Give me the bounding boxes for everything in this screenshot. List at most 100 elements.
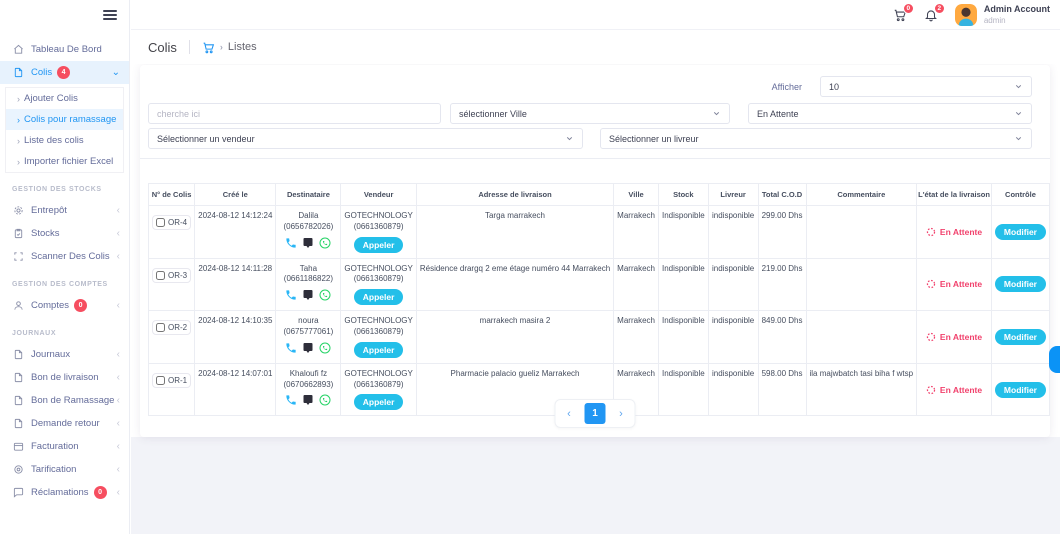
sidebar-item-tableau-de-bord[interactable]: Tableau De Bord [0, 38, 129, 61]
sidebar-item-facturation[interactable]: Facturation ‹ [0, 435, 129, 458]
user-info[interactable]: Admin Account admin [984, 4, 1050, 25]
status-select[interactable]: En Attente [748, 103, 1032, 124]
chevron-left-icon: ‹ [117, 229, 120, 239]
section-label-journaux: JOURNAUX [12, 330, 129, 337]
phone-icon[interactable] [285, 342, 297, 354]
sidebar-item-bon-de-ramassage[interactable]: Bon de Ramassage ‹ [0, 389, 129, 412]
cell-ville: Marrakech [614, 206, 659, 259]
ville: Marrakech [617, 369, 655, 378]
topbar: 0 2 Admin Account admin [131, 0, 1060, 30]
sidebar-item-bon-de-livraison[interactable]: Bon de livraison ‹ [0, 366, 129, 389]
created-date: 2024-08-12 14:10:35 [198, 316, 272, 325]
whatsapp-icon[interactable] [319, 394, 331, 406]
pagination-next-button[interactable]: › [611, 403, 632, 424]
sidebar-item-liste-des-colis[interactable]: › Liste des colis [6, 130, 123, 151]
whatsapp-icon[interactable] [319, 237, 331, 249]
phone-icon[interactable] [285, 289, 297, 301]
sidebar-item-demande-retour[interactable]: Demande retour ‹ [0, 412, 129, 435]
chevron-left-icon: ‹ [117, 442, 120, 452]
row-select-box[interactable]: OR-1 [152, 373, 191, 388]
modifier-button[interactable]: Modifier [995, 329, 1046, 345]
ville-select[interactable]: sélectionner Ville [450, 103, 730, 124]
file-icon [13, 67, 24, 78]
sidebar-item-comptes[interactable]: Comptes 0 ‹ [0, 294, 129, 317]
sidebar-item-scanner-des-colis[interactable]: Scanner Des Colis ‹ [0, 245, 129, 268]
sidebar-item-importer-fichier-excel[interactable]: › Importer fichier Excel [6, 151, 123, 172]
cell-id: OR-2 [149, 311, 195, 364]
avatar[interactable] [955, 4, 977, 26]
cell-stock: Indisponible [658, 206, 708, 259]
table-row: OR-4 2024-08-12 14:12:24 Dalila (0656782… [149, 206, 1050, 259]
status-text: En Attente [940, 227, 982, 237]
sidebar-item-label: Stocks [31, 228, 60, 239]
status-badge: En Attente [920, 279, 988, 289]
modifier-button[interactable]: Modifier [995, 382, 1046, 398]
target-icon [13, 464, 24, 475]
sidebar-item-entrepot[interactable]: Entrepôt ‹ [0, 199, 129, 222]
search-input[interactable] [148, 103, 441, 124]
sms-icon[interactable] [302, 289, 314, 301]
sidebar-item-stocks[interactable]: Stocks ‹ [0, 222, 129, 245]
sidebar-item-ajouter-colis[interactable]: › Ajouter Colis [6, 88, 123, 109]
sidebar-item-journaux[interactable]: Journaux ‹ [0, 343, 129, 366]
sidebar-item-tarification[interactable]: Tarification ‹ [0, 458, 129, 481]
pagination-page-1[interactable]: 1 [585, 403, 606, 424]
sidebar-item-reclamations[interactable]: Réclamations 0 ‹ [0, 481, 129, 504]
row-checkbox[interactable] [156, 218, 165, 227]
destinataire-phone: (0661186822) [279, 274, 337, 285]
vendeur-select[interactable]: Sélectionner un vendeur [148, 128, 583, 149]
cell-destinataire: Dalila (0656782026) [276, 206, 341, 259]
filter-row-1: sélectionner Ville En Attente [148, 103, 1042, 124]
phone-icon[interactable] [285, 394, 297, 406]
page-title: Colis [148, 40, 177, 55]
cell-id: OR-1 [149, 363, 195, 416]
menu-toggle-icon[interactable] [103, 8, 117, 22]
status-badge: En Attente [920, 385, 988, 395]
appeler-button[interactable]: Appeler [354, 342, 404, 358]
row-checkbox[interactable] [156, 271, 165, 280]
row-checkbox[interactable] [156, 376, 165, 385]
sms-icon[interactable] [302, 237, 314, 249]
cell-adresse: Targa marrakech [416, 206, 613, 259]
modifier-button[interactable]: Modifier [995, 276, 1046, 292]
breadcrumb-divider [189, 40, 190, 54]
modifier-button[interactable]: Modifier [995, 224, 1046, 240]
sidebar-item-colis-pour-ramassage[interactable]: › Colis pour ramassage [6, 109, 123, 130]
table-row: OR-2 2024-08-12 14:10:35 noura (06757770… [149, 311, 1050, 364]
per-page-select[interactable]: 10 [820, 76, 1032, 97]
adresse: marrakech masira 2 [480, 316, 551, 325]
cell-controle: Modifier [991, 206, 1049, 259]
sidebar-item-colis[interactable]: Colis 4 ⌄ [0, 61, 129, 84]
livreur-status: indisponible [712, 316, 754, 325]
pagination-prev-button[interactable]: ‹ [559, 403, 580, 424]
sms-icon[interactable] [302, 394, 314, 406]
row-select-box[interactable]: OR-4 [152, 215, 191, 230]
chevron-down-icon: ⌄ [112, 68, 120, 78]
row-select-box[interactable]: OR-2 [152, 320, 191, 335]
appeler-button[interactable]: Appeler [354, 394, 404, 410]
vendeur-phone: (0661360879) [344, 274, 412, 285]
vendeur-name: GOTECHNOLOGY [344, 264, 412, 275]
row-select-box[interactable]: OR-3 [152, 268, 191, 283]
cell-created: 2024-08-12 14:07:01 [195, 363, 276, 416]
bell-icon[interactable]: 2 [924, 8, 938, 22]
section-label-gestion-des-comptes: GESTION DES COMPTES [12, 281, 129, 288]
adresse: Targa marrakech [485, 211, 545, 220]
created-date: 2024-08-12 14:12:24 [198, 211, 272, 220]
side-panel-toggle-button[interactable] [1049, 346, 1060, 373]
cart-icon[interactable]: 0 [893, 8, 907, 22]
submenu-item-label: Liste des colis [24, 135, 84, 146]
row-checkbox[interactable] [156, 323, 165, 332]
cell-total: 299.00 Dhs [758, 206, 806, 259]
appeler-button[interactable]: Appeler [354, 237, 404, 253]
whatsapp-icon[interactable] [319, 289, 331, 301]
chevron-down-icon [1014, 82, 1023, 91]
sms-icon[interactable] [302, 342, 314, 354]
livreur-select[interactable]: Sélectionner un livreur [600, 128, 1032, 149]
phone-icon[interactable] [285, 237, 297, 249]
status-text: En Attente [940, 332, 982, 342]
appeler-button[interactable]: Appeler [354, 289, 404, 305]
destinataire-name: Taha [279, 264, 337, 275]
cell-total: 219.00 Dhs [758, 258, 806, 311]
whatsapp-icon[interactable] [319, 342, 331, 354]
